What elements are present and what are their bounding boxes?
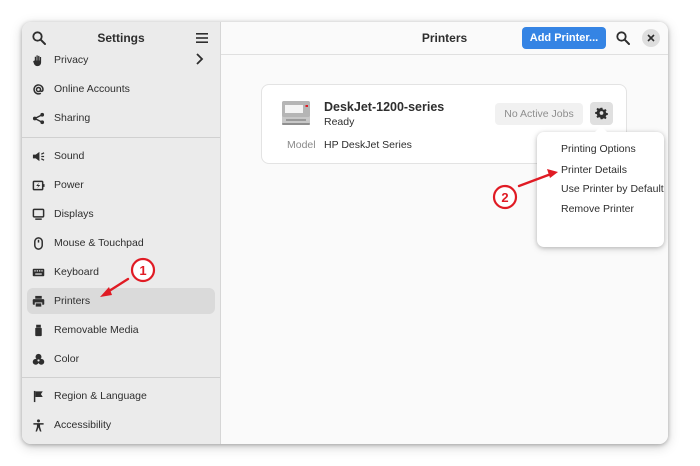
- annotation-overlay: 1 2: [100, 169, 558, 297]
- annotation-step-1: 1: [100, 257, 156, 297]
- annotation-step-2: 2: [492, 169, 558, 210]
- annotation-number: 1: [139, 263, 146, 278]
- annotation-number: 2: [501, 190, 508, 205]
